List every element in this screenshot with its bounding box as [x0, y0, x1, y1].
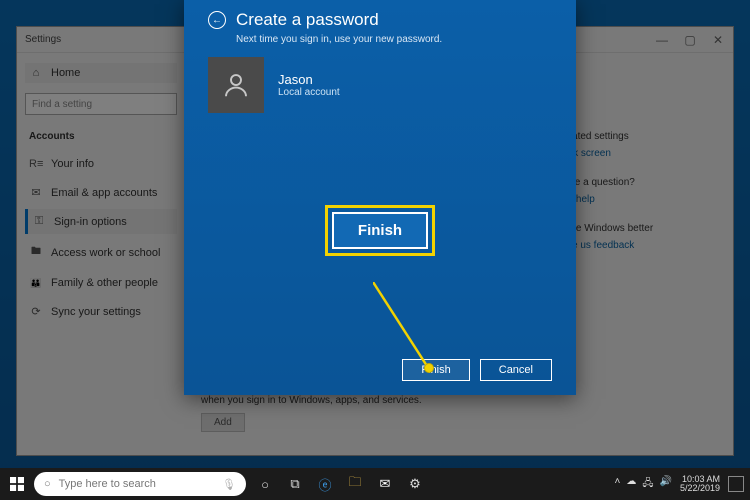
mail-app-icon[interactable]: ✉	[376, 476, 394, 492]
account-name: Jason	[278, 72, 340, 87]
edge-icon[interactable]: ⓔ	[316, 475, 334, 494]
dialog-subtitle: Next time you sign in, use your new pass…	[236, 34, 552, 45]
back-button[interactable]: ←	[208, 11, 226, 29]
onedrive-icon[interactable]: ☁	[626, 476, 636, 493]
clock-date: 5/22/2019	[680, 484, 720, 493]
volume-icon[interactable]: 🔊	[660, 476, 672, 493]
start-button[interactable]	[0, 477, 34, 491]
avatar	[208, 57, 264, 113]
network-icon[interactable]: 🖧	[642, 476, 653, 493]
taskbar-clock[interactable]: 10:03 AM 5/22/2019	[680, 475, 720, 494]
cortana-icon[interactable]: ○	[256, 477, 274, 492]
cancel-button[interactable]: Cancel	[480, 359, 552, 381]
tray-chevron-icon[interactable]: ˄	[615, 476, 621, 493]
dialog-title: Create a password	[236, 10, 379, 30]
finish-button[interactable]: Finish	[402, 359, 469, 381]
task-view-icon[interactable]: ⧉	[286, 476, 304, 492]
search-icon: ○	[44, 478, 51, 490]
taskbar-search[interactable]: ○ Type here to search 🎙	[34, 472, 246, 496]
person-icon	[221, 70, 251, 100]
explorer-icon[interactable]: 🗀	[346, 473, 364, 495]
create-password-dialog: ← Create a password Next time you sign i…	[184, 0, 576, 395]
finish-highlight-border: Finish	[325, 205, 435, 256]
account-info: Jason Local account	[208, 57, 552, 113]
finish-callout: Finish	[325, 205, 435, 256]
taskbar: ○ Type here to search 🎙 ○ ⧉ ⓔ 🗀 ✉ ⚙ ˄ ☁ …	[0, 468, 750, 500]
account-type: Local account	[278, 87, 340, 98]
callout-dot	[424, 363, 434, 373]
taskbar-search-placeholder: Type here to search	[59, 478, 156, 490]
settings-app-icon[interactable]: ⚙	[406, 476, 424, 492]
finish-callout-button: Finish	[332, 212, 428, 249]
windows-icon	[10, 477, 24, 491]
action-center-icon[interactable]	[728, 476, 744, 492]
microphone-icon[interactable]: 🎙	[222, 478, 236, 491]
